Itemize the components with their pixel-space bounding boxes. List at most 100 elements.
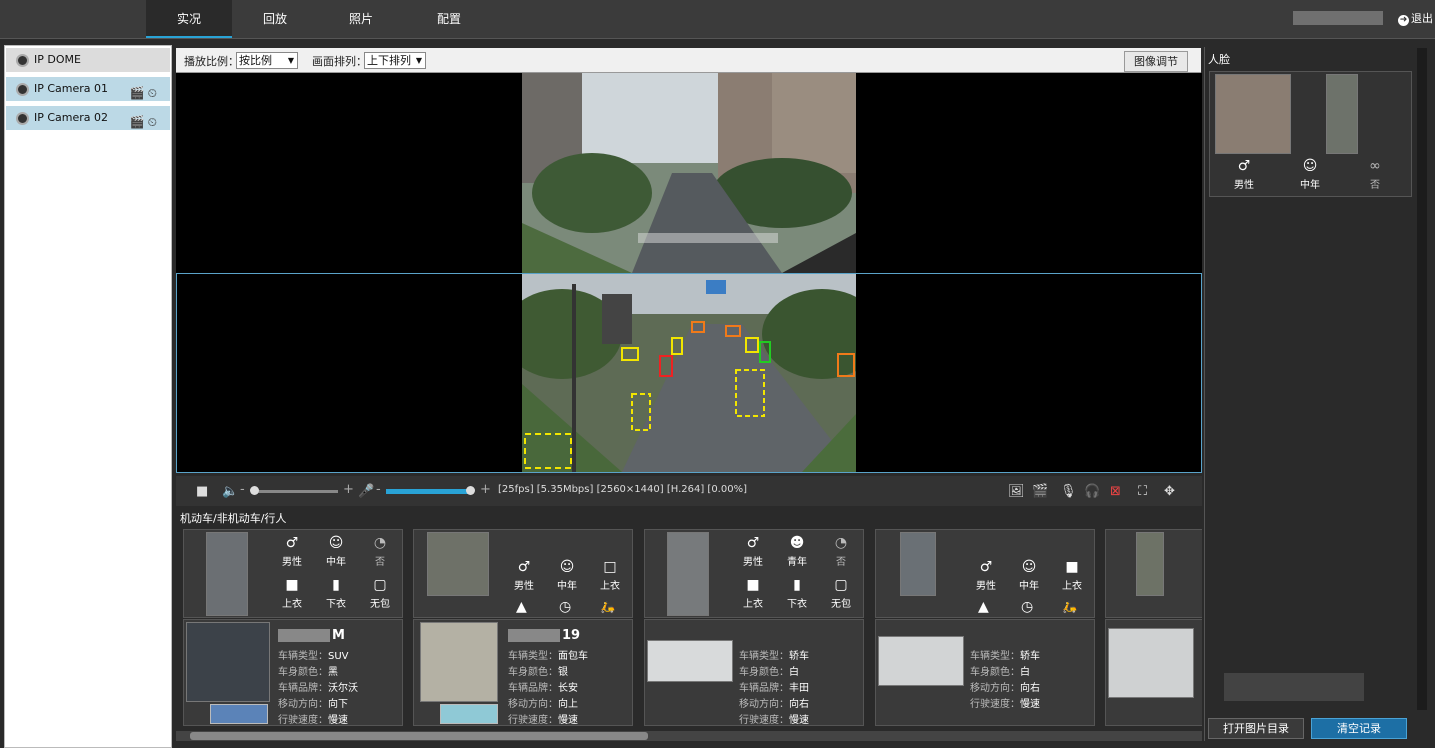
speed-icon: ◷ bbox=[1021, 599, 1034, 615]
tab-photos[interactable]: 照片 bbox=[318, 0, 404, 38]
vehicle-card-4[interactable]: 车辆类型：轿车 车身颜色：白 移动方向：向右 行驶速度：慢速 bbox=[875, 619, 1095, 726]
volume-minus[interactable]: - bbox=[240, 482, 245, 497]
vehicle-color: 车身颜色：黑 bbox=[278, 667, 338, 678]
vehicle-direction: 移动方向：向右 bbox=[970, 683, 1040, 694]
tab-live[interactable]: 实况 bbox=[146, 0, 232, 38]
headset-icon[interactable]: 🎧 bbox=[1084, 484, 1100, 499]
motorbike-icon: 🛵 bbox=[1062, 600, 1077, 614]
record-icon[interactable]: 🎬 bbox=[1032, 484, 1048, 499]
motorbike-icon: 🛵 bbox=[600, 600, 615, 614]
bottom-attr: ▮ 下衣 bbox=[318, 577, 354, 610]
vehicle-thumbnail bbox=[1108, 628, 1194, 698]
top-value: 上衣 bbox=[600, 581, 620, 592]
ptz-icon[interactable]: ✥ bbox=[1164, 484, 1175, 499]
username-redacted bbox=[1293, 11, 1383, 25]
volume-slider[interactable] bbox=[252, 490, 338, 493]
vehicle-card-3[interactable]: 车辆类型：轿车 车身颜色：白 车辆品牌：丰田 移动方向：向右 行驶速度：慢速 bbox=[644, 619, 864, 726]
device-ip-camera-01[interactable]: IP Camera 01 🎬⏲ bbox=[6, 77, 170, 101]
snapshot-icon[interactable]: 🖼 bbox=[1008, 484, 1025, 499]
redacted-area bbox=[1224, 673, 1364, 701]
playback-icon[interactable]: ⏲ bbox=[148, 86, 160, 100]
person-card-4[interactable]: ♂ 男性 ☺ 中年 ■ 上衣 ▲ ◷ 🛵 bbox=[875, 529, 1095, 618]
mic-knob[interactable] bbox=[466, 486, 475, 495]
volume-knob[interactable] bbox=[250, 486, 259, 495]
plate-thumbnail bbox=[210, 704, 268, 724]
glasses-attr: ∞ 否 bbox=[1357, 158, 1393, 191]
tab-config[interactable]: 配置 bbox=[406, 0, 492, 38]
open-image-directory-button[interactable]: 打开图片目录 bbox=[1208, 718, 1304, 739]
direction-icon: ▲ bbox=[516, 599, 527, 615]
bottom-value: 下衣 bbox=[787, 599, 807, 610]
age-value: 青年 bbox=[787, 557, 807, 568]
face-icon: ☺ bbox=[559, 559, 575, 575]
age-attr: ☺ 中年 bbox=[1011, 559, 1047, 592]
age-value: 中年 bbox=[557, 581, 577, 592]
vehicle-thumbnail bbox=[186, 622, 270, 702]
camera-icon bbox=[16, 82, 29, 96]
face-icon: ☺ bbox=[1302, 158, 1318, 174]
glasses-icon: ◔ bbox=[373, 535, 387, 551]
device-ip-dome[interactable]: IP DOME bbox=[6, 48, 170, 72]
person-thumbnail bbox=[427, 532, 489, 596]
scrollbar-thumb[interactable] bbox=[190, 732, 648, 740]
vehicle-card-1[interactable]: M 车辆类型：SUV 车身颜色：黑 车辆品牌：沃尔沃 移动方向：向下 行驶速度：… bbox=[183, 619, 403, 726]
vehicle-brand: 车辆品牌：长安 bbox=[508, 683, 578, 694]
top-attr: ■ 上衣 bbox=[735, 577, 771, 610]
mic-slider[interactable] bbox=[386, 489, 472, 494]
vehicle-direction: 移动方向：向下 bbox=[278, 699, 348, 710]
person-card-1[interactable]: ♂ 男性 ☺ 中年 ◔ 否 ■ 上衣 ▮ 下衣 ▢ 无包 bbox=[183, 529, 403, 618]
bag-icon: ▢ bbox=[373, 577, 387, 593]
top-attr: ■ 上衣 bbox=[1054, 559, 1090, 592]
volume-plus[interactable]: + bbox=[343, 482, 354, 497]
vehicle-speed: 行驶速度：慢速 bbox=[278, 715, 348, 726]
tab-playback[interactable]: 回放 bbox=[232, 0, 318, 38]
logout-label: 退出 bbox=[1411, 12, 1433, 25]
record-icon[interactable]: 🎬 bbox=[130, 86, 148, 100]
vehicle-card-5[interactable] bbox=[1105, 619, 1202, 726]
ratio-label: 播放比例： bbox=[184, 55, 239, 68]
device-label: IP Camera 01 bbox=[34, 82, 109, 95]
playback-icon[interactable]: ⏲ bbox=[148, 115, 160, 129]
device-ip-camera-02[interactable]: IP Camera 02 🎬⏲ bbox=[6, 106, 170, 130]
mic-minus[interactable]: - bbox=[376, 482, 381, 497]
vehicle-thumbnail bbox=[647, 640, 733, 682]
logout-button[interactable]: ➜ 退出 bbox=[1398, 10, 1433, 26]
top-attr: □ 上衣 bbox=[592, 559, 628, 592]
digital-zoom-icon[interactable]: ⊠ bbox=[1110, 484, 1121, 499]
glasses-value: 否 bbox=[1370, 180, 1380, 191]
microphone-icon[interactable]: 🎤 bbox=[358, 484, 374, 499]
mic-plus[interactable]: + bbox=[480, 482, 491, 497]
person-card-5[interactable] bbox=[1105, 529, 1202, 618]
camera-icon bbox=[16, 53, 29, 67]
layout-select[interactable]: 上下排列 ▼ bbox=[364, 52, 426, 69]
vehicle-type: 车辆类型：轿车 bbox=[739, 651, 809, 662]
talk-icon[interactable]: 🎙 bbox=[1060, 484, 1077, 499]
vehicle-color: 车身颜色：白 bbox=[970, 667, 1030, 678]
person-card-3[interactable]: ♂ 男性 ☻ 青年 ◔ 否 ■ 上衣 ▮ 下衣 ▢ 无包 bbox=[644, 529, 864, 618]
vehicle-plate: 19 bbox=[508, 628, 580, 643]
age-value: 中年 bbox=[1019, 581, 1039, 592]
image-adjust-button[interactable]: 图像调节 bbox=[1124, 51, 1188, 72]
face-panel-title: 人脸 bbox=[1208, 53, 1230, 66]
plate-thumbnail bbox=[440, 704, 498, 724]
stop-icon[interactable]: ■ bbox=[196, 484, 208, 499]
ratio-select[interactable]: 按比例 ▼ bbox=[236, 52, 298, 69]
fullscreen-icon[interactable]: ⛶ bbox=[1138, 484, 1147, 499]
gender-value: 男性 bbox=[1234, 180, 1254, 191]
top-value: 上衣 bbox=[1062, 581, 1082, 592]
face-card[interactable]: ♂ 男性 ☺ 中年 ∞ 否 bbox=[1209, 71, 1412, 197]
vehicle-card-2[interactable]: 19 车辆类型：面包车 车身颜色：银 车辆品牌：长安 移动方向：向上 行驶速度：… bbox=[413, 619, 633, 726]
record-icon[interactable]: 🎬 bbox=[130, 115, 148, 129]
vehicle-color: 车身颜色：白 bbox=[739, 667, 799, 678]
person-card-2[interactable]: ♂ 男性 ☺ 中年 □ 上衣 ▲ ◷ 🛵 bbox=[413, 529, 633, 618]
speaker-icon[interactable]: 🔈 bbox=[222, 484, 238, 499]
age-attr: ☺ 中年 bbox=[549, 559, 585, 592]
clear-records-button[interactable]: 清空记录 bbox=[1311, 718, 1407, 739]
results-scrollbar[interactable] bbox=[176, 731, 1202, 741]
video-pane-1[interactable] bbox=[522, 73, 856, 273]
device-list: IP DOME IP Camera 01 🎬⏲ IP Camera 02 🎬⏲ bbox=[4, 45, 172, 748]
gender-icon: ♂ bbox=[517, 559, 531, 575]
glasses-value: 否 bbox=[836, 557, 846, 568]
face-panel-scrollbar[interactable] bbox=[1417, 48, 1427, 710]
video-pane-2[interactable] bbox=[176, 273, 1202, 473]
